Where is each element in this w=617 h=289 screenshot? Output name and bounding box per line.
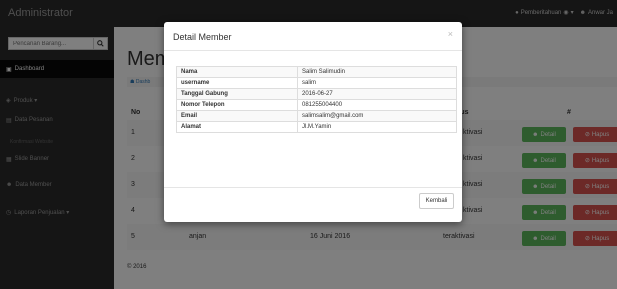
detail-key: Tanggal Gabung	[176, 88, 298, 100]
detail-key: Nama	[176, 66, 298, 78]
detail-value: salimsalim@gmail.com	[297, 110, 457, 122]
close-icon[interactable]: ×	[448, 29, 453, 39]
detail-key: username	[176, 77, 298, 89]
detail-value: Salim Salimudin	[297, 66, 457, 78]
detail-row: Tanggal Gabung 2016-06-27	[176, 88, 457, 100]
detail-member-modal: Detail Member × Nama Salim Salimudin use…	[164, 22, 462, 222]
detail-key: Email	[176, 110, 298, 122]
detail-value: salim	[297, 77, 457, 89]
detail-key: Nomor Telepon	[176, 99, 298, 111]
member-detail-table: Nama Salim Salimudin username salim Tang…	[176, 66, 457, 133]
detail-row: Nama Salim Salimudin	[176, 66, 457, 78]
detail-value: 081255004400	[297, 99, 457, 111]
detail-value: 2016-06-27	[297, 88, 457, 100]
detail-row: username salim	[176, 77, 457, 89]
detail-row: Alamat Jl.M.Yamin	[176, 121, 457, 133]
detail-row: Nomor Telepon 081255004400	[176, 99, 457, 111]
modal-title: Detail Member	[173, 32, 232, 42]
modal-footer-divider	[164, 187, 462, 188]
detail-value: Jl.M.Yamin	[297, 121, 457, 133]
modal-header-divider	[164, 50, 462, 51]
detail-key: Alamat	[176, 121, 298, 133]
back-button[interactable]: Kembali	[419, 193, 454, 209]
detail-row: Email salimsalim@gmail.com	[176, 110, 457, 122]
